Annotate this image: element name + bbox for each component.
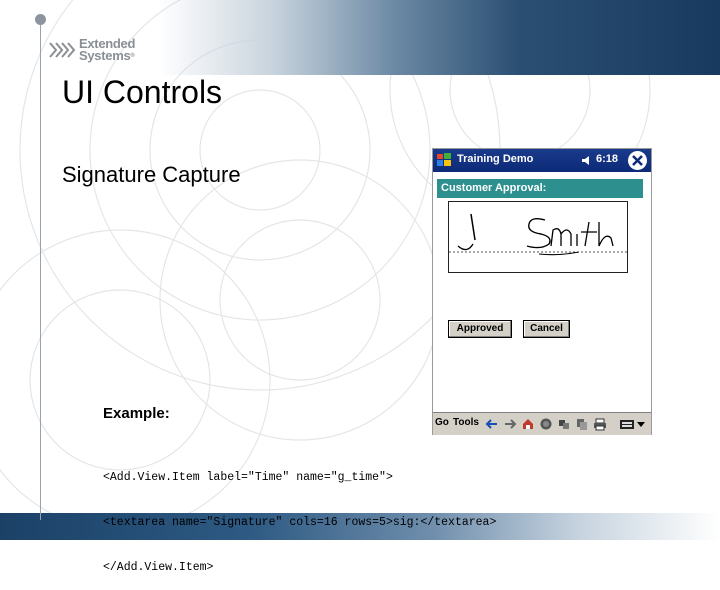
signature-drawing bbox=[449, 213, 627, 256]
forward-arrow-icon[interactable] bbox=[503, 417, 517, 431]
globe-icon[interactable] bbox=[539, 417, 553, 431]
pda-command-bar: Go Tools bbox=[433, 412, 651, 435]
customer-approval-label: Customer Approval: bbox=[437, 179, 643, 198]
pda-screen: Training Demo 6:18 Customer Approval: Ap… bbox=[432, 148, 652, 435]
logo-line2: Systems bbox=[79, 48, 131, 63]
sync-icon[interactable] bbox=[557, 417, 571, 431]
logo-icon bbox=[49, 42, 76, 58]
code-line: <Add.View.Item label="Time" name="g_time… bbox=[103, 471, 393, 484]
keyboard-icon[interactable] bbox=[619, 417, 635, 431]
rule-dot bbox=[35, 14, 46, 25]
vertical-rule bbox=[40, 20, 41, 520]
company-logo: Extended Systems® bbox=[48, 37, 135, 63]
approved-button[interactable]: Approved bbox=[448, 320, 512, 338]
menu-go[interactable]: Go bbox=[435, 417, 449, 428]
copy-icon[interactable] bbox=[575, 417, 589, 431]
input-menu-arrow-icon[interactable] bbox=[637, 422, 645, 428]
slide-title: UI Controls bbox=[62, 74, 223, 110]
windows-start-icon[interactable] bbox=[436, 152, 452, 168]
example-label: Example: bbox=[103, 405, 170, 422]
code-block: <Add.View.Item label="Time" name="g_time… bbox=[103, 440, 496, 590]
printer-icon[interactable] bbox=[593, 417, 607, 431]
back-arrow-icon[interactable] bbox=[485, 417, 499, 431]
close-icon bbox=[632, 155, 643, 166]
pda-app-title: Training Demo bbox=[457, 153, 534, 165]
speaker-icon[interactable] bbox=[581, 155, 593, 166]
code-line: <textarea name="Signature" cols=16 rows=… bbox=[103, 516, 497, 529]
pda-clock[interactable]: 6:18 bbox=[596, 153, 618, 165]
cancel-button[interactable]: Cancel bbox=[523, 320, 570, 338]
slide-subtitle: Signature Capture bbox=[62, 162, 241, 187]
close-button[interactable] bbox=[628, 151, 647, 170]
menu-tools[interactable]: Tools bbox=[453, 417, 479, 428]
home-icon[interactable] bbox=[521, 417, 535, 431]
logo-registered: ® bbox=[130, 53, 135, 59]
pda-titlebar: Training Demo 6:18 bbox=[433, 149, 651, 172]
code-line: </Add.View.Item> bbox=[103, 561, 214, 574]
signature-capture-area[interactable] bbox=[448, 201, 628, 273]
